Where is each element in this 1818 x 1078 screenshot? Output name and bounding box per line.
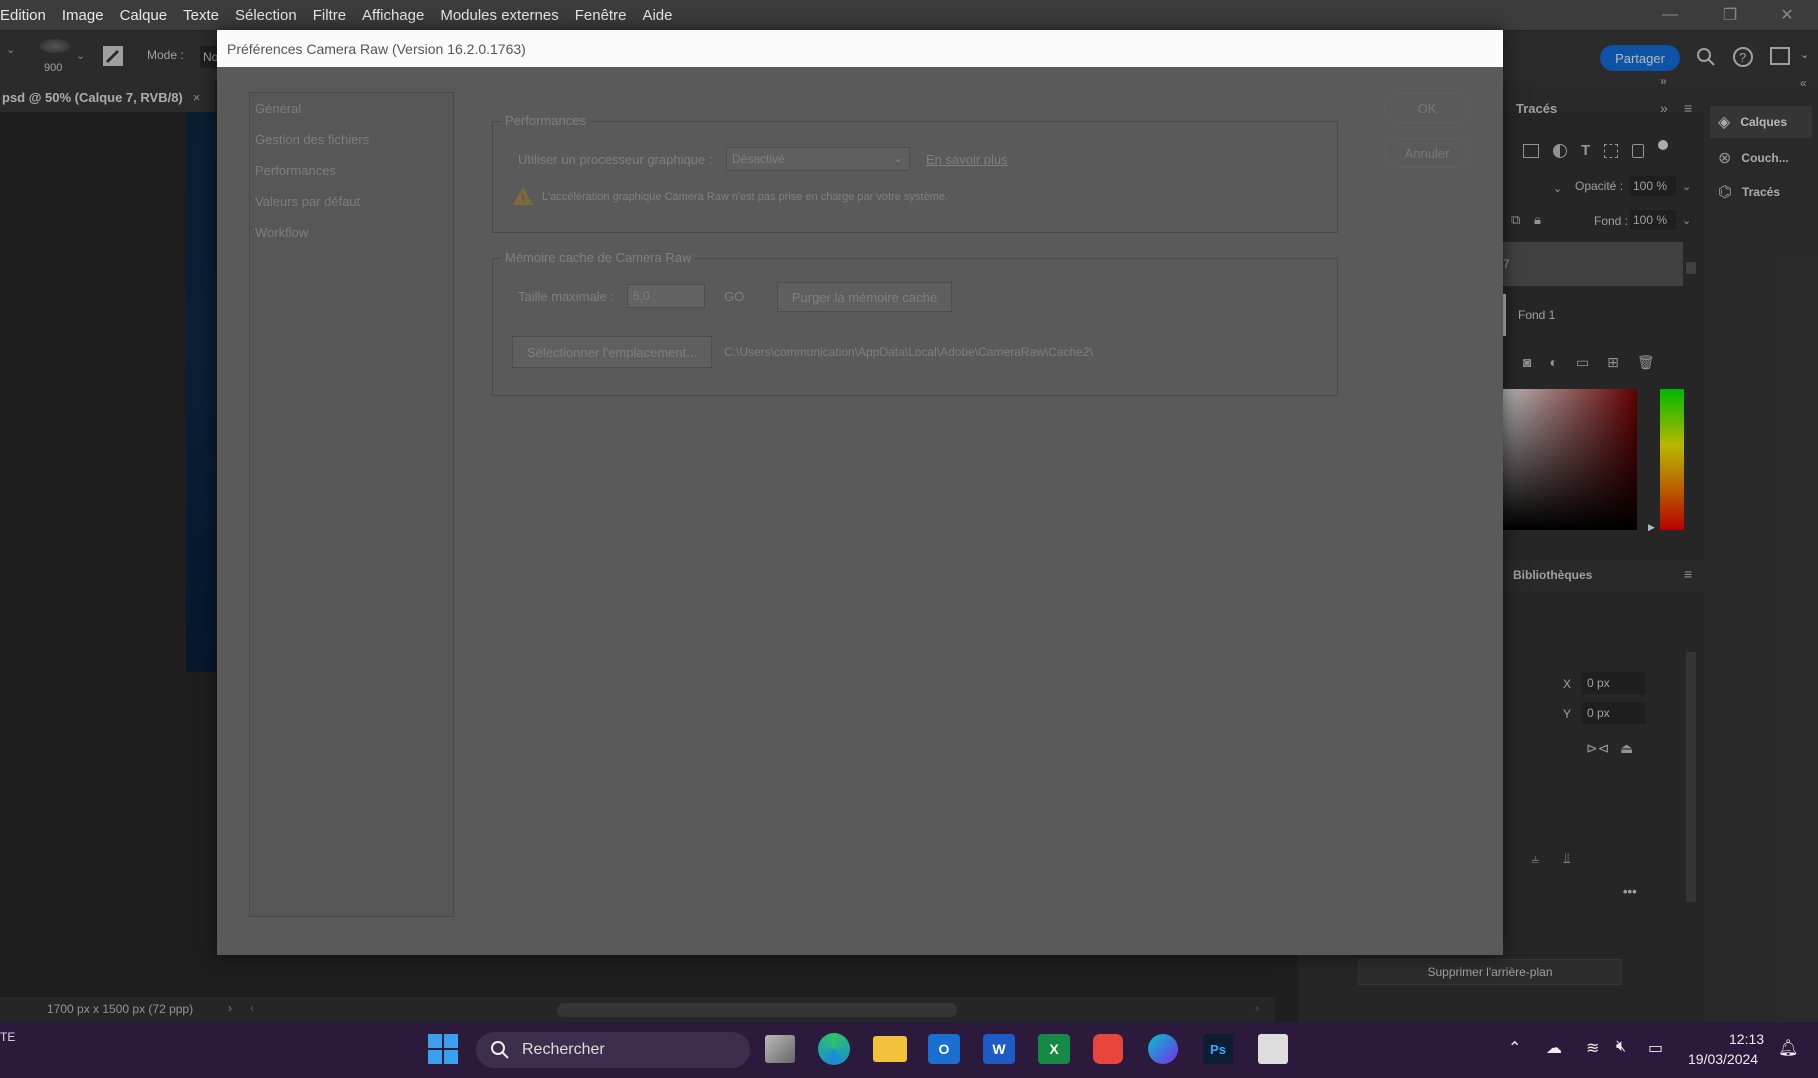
menu-selection[interactable]: Sélection (227, 7, 305, 24)
task-view-icon[interactable] (765, 1035, 795, 1063)
wifi-icon[interactable]: ≋ (1586, 1038, 1599, 1058)
clock-date[interactable]: 19/03/2024 (1688, 1051, 1758, 1067)
menu-edition[interactable]: Edition (0, 7, 54, 24)
menu-calque[interactable]: Calque (112, 7, 176, 24)
gpu-select-value: Désactivé (732, 152, 785, 166)
tray-chevron-icon[interactable]: ⌃ (1508, 1038, 1521, 1058)
photoshop-icon[interactable]: Ps (1203, 1034, 1233, 1064)
cache-section: Mémoire cache de Camera Raw Taille maxim… (492, 250, 1338, 396)
taskbar-widget-text: TE (0, 1030, 16, 1044)
cache-path: C:\Users\communication\AppData\Local\Ado… (724, 345, 1093, 359)
purge-cache-button[interactable]: Purger la mémoire cache (777, 282, 952, 312)
creative-cloud-icon[interactable] (1093, 1034, 1123, 1064)
performance-section: Performances Utiliser un processeur grap… (492, 113, 1338, 233)
word-icon[interactable]: W (983, 1034, 1015, 1064)
cache-size-input[interactable]: 5,0 (627, 284, 705, 308)
file-explorer-icon[interactable] (873, 1036, 907, 1062)
performance-legend: Performances (501, 113, 590, 128)
notifications-icon[interactable]: 🔔︎ (1778, 1038, 1798, 1058)
preferences-nav: Général Gestion des fichiers Performance… (249, 92, 454, 917)
svg-text:!: ! (521, 192, 525, 206)
menu-affichage[interactable]: Affichage (354, 7, 432, 24)
learn-more-link[interactable]: En savoir plus (926, 152, 1008, 167)
gpu-warning-text: L'accélération graphique Camera Raw n'es… (542, 191, 948, 203)
nav-file-handling[interactable]: Gestion des fichiers (250, 124, 453, 155)
menu-fenetre[interactable]: Fenêtre (567, 7, 635, 24)
search-icon (491, 1041, 509, 1059)
select-location-button[interactable]: Sélectionner l'emplacement... (512, 336, 712, 368)
snipping-tool-icon[interactable] (1258, 1034, 1288, 1064)
taskbar: TE Rechercher O W X Ps ⌃ ☁ ≋ 🔇︎ ▭ 12:13 … (0, 1022, 1818, 1078)
cache-legend: Mémoire cache de Camera Raw (501, 250, 696, 265)
onedrive-icon[interactable]: ☁ (1546, 1038, 1562, 1058)
volume-muted-icon[interactable]: 🔇︎ (1616, 1038, 1626, 1056)
canva-icon[interactable] (1148, 1034, 1178, 1064)
taskbar-search-placeholder: Rechercher (522, 1041, 605, 1058)
cache-size-unit: GO (724, 289, 745, 304)
menu-bar: Edition Image Calque Texte Sélection Fil… (0, 0, 1818, 30)
menu-modules-externes[interactable]: Modules externes (432, 7, 566, 24)
excel-icon[interactable]: X (1038, 1034, 1070, 1064)
edge-icon[interactable] (818, 1033, 850, 1065)
battery-icon[interactable]: ▭ (1648, 1038, 1663, 1058)
outlook-icon[interactable]: O (928, 1034, 960, 1064)
gpu-label: Utiliser un processeur graphique : (518, 152, 713, 167)
gpu-select[interactable]: Désactivé ⌄ (726, 147, 910, 171)
nav-performance[interactable]: Performances (250, 155, 453, 186)
dialog-title: Préférences Camera Raw (Version 16.2.0.1… (217, 30, 1503, 67)
ok-button[interactable]: OK (1384, 93, 1470, 123)
close-window-icon[interactable]: ✕ (1762, 0, 1812, 30)
nav-general[interactable]: Général (250, 93, 453, 124)
menu-aide[interactable]: Aide (634, 7, 680, 24)
nav-defaults[interactable]: Valeurs par défaut (250, 186, 453, 217)
menu-image[interactable]: Image (54, 7, 112, 24)
chevron-down-icon: ⌄ (892, 151, 903, 165)
start-icon[interactable] (428, 1034, 458, 1064)
taskbar-search[interactable]: Rechercher (476, 1032, 750, 1068)
clock-time[interactable]: 12:13 (1729, 1031, 1764, 1047)
menu-filtre[interactable]: Filtre (305, 7, 354, 24)
menu-texte[interactable]: Texte (175, 7, 227, 24)
nav-workflow[interactable]: Workflow (250, 217, 453, 248)
restore-icon[interactable]: ❐ (1705, 0, 1755, 30)
cancel-button[interactable]: Annuler (1384, 138, 1470, 168)
preferences-dialog: Préférences Camera Raw (Version 16.2.0.1… (217, 30, 1503, 955)
minimize-icon[interactable]: — (1645, 0, 1695, 30)
warning-icon: ! (512, 186, 534, 206)
cache-size-label: Taille maximale : (518, 289, 615, 304)
